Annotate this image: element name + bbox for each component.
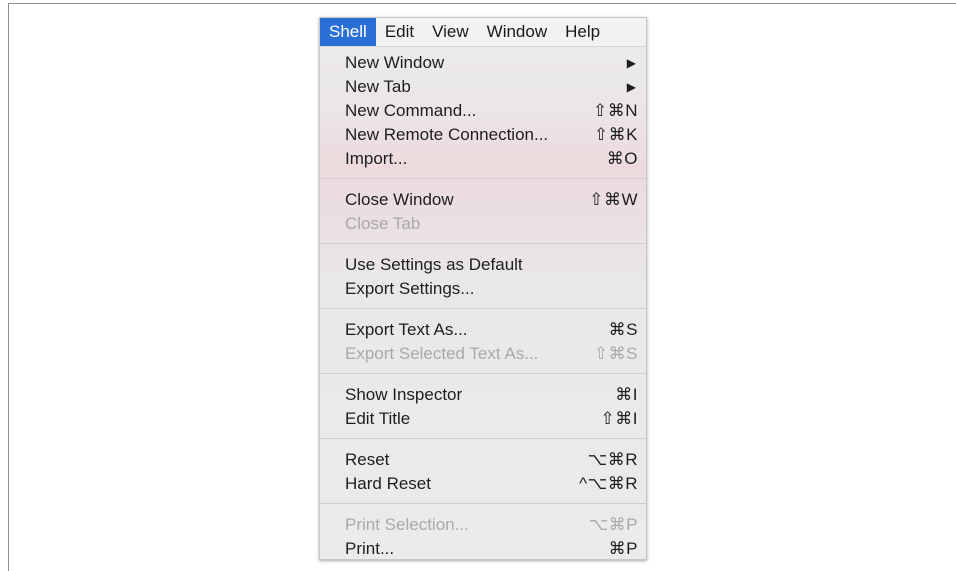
menu-separator bbox=[320, 373, 646, 374]
menu-item-shortcut: ⌘O bbox=[606, 149, 638, 168]
menu-item-export-selected-text-as: Export Selected Text As... ⇧⌘S bbox=[320, 342, 646, 366]
menu-item-use-settings-as-default[interactable]: Use Settings as Default bbox=[320, 253, 646, 277]
menu-item-label: New Tab bbox=[345, 77, 411, 96]
menu-item-shortcut: ⇧⌘I bbox=[600, 409, 638, 428]
menu-item-label: New Command... bbox=[345, 101, 477, 120]
menu-item-edit-title[interactable]: Edit Title ⇧⌘I bbox=[320, 407, 646, 431]
menu-item-export-settings[interactable]: Export Settings... bbox=[320, 277, 646, 301]
menu-item-label: Hard Reset bbox=[345, 474, 431, 493]
menu-item-show-inspector[interactable]: Show Inspector ⌘I bbox=[320, 383, 646, 407]
menu-item-label: Export Text As... bbox=[345, 320, 468, 339]
menu-help[interactable]: Help bbox=[556, 18, 609, 46]
menu-item-shortcut: ⌥⌘P bbox=[588, 515, 638, 534]
menu-item-reset[interactable]: Reset ⌥⌘R bbox=[320, 448, 646, 472]
menu-edit[interactable]: Edit bbox=[376, 18, 423, 46]
menu-view[interactable]: View bbox=[423, 18, 478, 46]
menu-item-label: New Remote Connection... bbox=[345, 125, 549, 144]
menu-item-close-window[interactable]: Close Window ⇧⌘W bbox=[320, 188, 646, 212]
menu-item-print[interactable]: Print... ⌘P bbox=[320, 537, 646, 561]
menu-item-label: Use Settings as Default bbox=[345, 255, 523, 274]
menu-separator bbox=[320, 438, 646, 439]
menu-item-shortcut: ^⌥⌘R bbox=[579, 474, 638, 493]
menu-separator bbox=[320, 308, 646, 309]
menu-item-shortcut: ⇧⌘S bbox=[593, 344, 638, 363]
menu-item-label: New Window bbox=[345, 53, 445, 72]
menu-window[interactable]: Window bbox=[478, 18, 556, 46]
menu-item-label: Print Selection... bbox=[345, 515, 469, 534]
menu-separator bbox=[320, 178, 646, 179]
menu-item-shortcut: ⌘S bbox=[608, 320, 638, 339]
menu-item-close-tab: Close Tab bbox=[320, 212, 646, 236]
menu-shell[interactable]: Shell bbox=[320, 18, 376, 46]
menu-item-shortcut: ⇧⌘W bbox=[589, 190, 638, 209]
menu-item-shortcut: ⇧⌘K bbox=[593, 125, 638, 144]
menu-separator bbox=[320, 503, 646, 504]
menu-item-label: Close Window bbox=[345, 190, 454, 209]
menu-item-new-remote-connection[interactable]: New Remote Connection... ⇧⌘K bbox=[320, 123, 646, 147]
menu-item-shortcut: ⌘P bbox=[608, 539, 638, 558]
menu-item-print-selection: Print Selection... ⌥⌘P bbox=[320, 513, 646, 537]
menu-item-label: Close Tab bbox=[345, 214, 421, 233]
menu-item-new-command[interactable]: New Command... ⇧⌘N bbox=[320, 99, 646, 123]
menu-item-hard-reset[interactable]: Hard Reset ^⌥⌘R bbox=[320, 472, 646, 496]
menu-item-label: Reset bbox=[345, 450, 390, 469]
menu-bar: Shell Edit View Window Help bbox=[320, 18, 646, 47]
submenu-arrow-icon: ▶ bbox=[626, 80, 636, 94]
menu-item-shortcut: ⌘I bbox=[615, 385, 638, 404]
submenu-arrow-icon: ▶ bbox=[626, 56, 636, 70]
shell-menu-window: Shell Edit View Window Help New Window ▶… bbox=[319, 17, 647, 560]
menu-item-new-tab[interactable]: New Tab ▶ bbox=[320, 75, 646, 99]
menu-item-export-text-as[interactable]: Export Text As... ⌘S bbox=[320, 318, 646, 342]
shell-menu-items: New Window ▶ New Tab ▶ New Command... ⇧⌘… bbox=[320, 51, 646, 561]
menu-item-label: Export Settings... bbox=[345, 279, 475, 298]
menu-item-label: Export Selected Text As... bbox=[345, 344, 539, 363]
menu-item-label: Import... bbox=[345, 149, 408, 168]
menu-item-label: Edit Title bbox=[345, 409, 411, 428]
menu-separator bbox=[320, 243, 646, 244]
menu-item-label: Show Inspector bbox=[345, 385, 463, 404]
menu-item-shortcut: ⌥⌘R bbox=[587, 450, 638, 469]
menu-item-shortcut: ⇧⌘N bbox=[592, 101, 638, 120]
menu-item-import[interactable]: Import... ⌘O bbox=[320, 147, 646, 171]
menu-item-label: Print... bbox=[345, 539, 395, 558]
menu-item-new-window[interactable]: New Window ▶ bbox=[320, 51, 646, 75]
